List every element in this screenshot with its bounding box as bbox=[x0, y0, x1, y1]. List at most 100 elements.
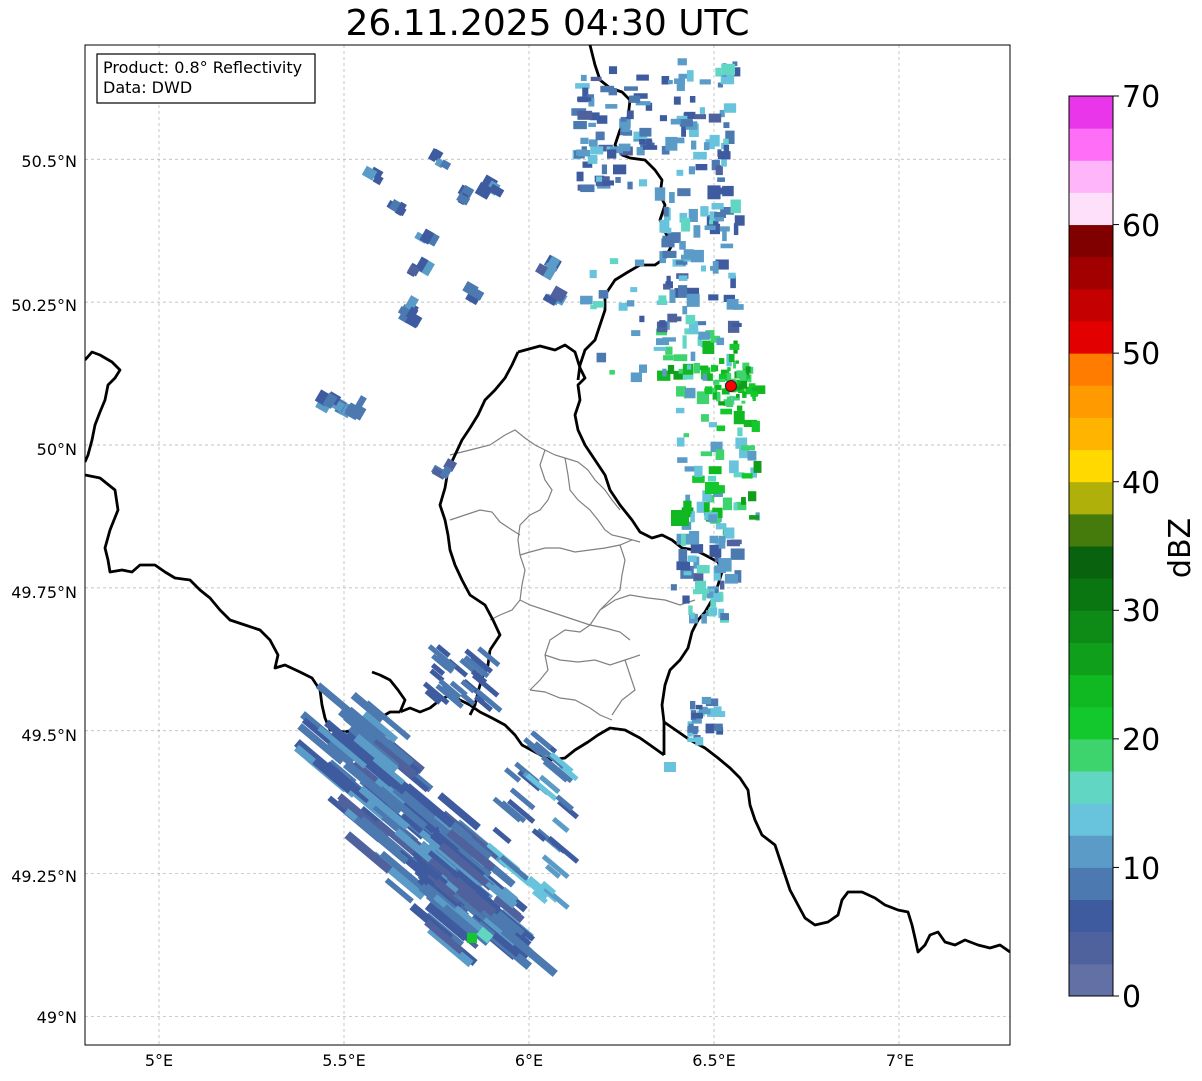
echo-cell bbox=[605, 104, 618, 109]
echo-cell bbox=[623, 86, 638, 91]
echo-cell bbox=[709, 220, 714, 225]
echo-cell bbox=[596, 352, 607, 363]
echo-cell bbox=[707, 373, 713, 381]
echo-cell bbox=[682, 305, 688, 315]
echo-cell bbox=[667, 364, 675, 374]
echo-cell bbox=[659, 115, 667, 122]
colorbar: 70 60 50 40 30 20 10 0 dBZ bbox=[1068, 80, 1198, 1015]
echo-cell bbox=[753, 460, 762, 473]
echo-cell bbox=[720, 408, 732, 415]
echo-cell bbox=[669, 289, 676, 303]
echo-cell bbox=[631, 330, 641, 337]
x-tick-labels: 5°E 5.5°E 6°E 6.5°E 7°E bbox=[145, 1051, 914, 1070]
colorbar-tick-label: 0 bbox=[1122, 980, 1141, 1015]
echo-cell bbox=[693, 573, 704, 582]
echo-cell bbox=[580, 295, 593, 305]
echo-cell bbox=[686, 364, 692, 370]
echo-cell bbox=[688, 166, 696, 175]
echo-cell bbox=[714, 211, 726, 218]
echo-cell bbox=[687, 555, 697, 563]
echo-cell bbox=[717, 177, 725, 182]
echo-cell bbox=[638, 179, 648, 187]
echo-cell bbox=[676, 78, 685, 91]
echo-cell bbox=[715, 449, 725, 460]
echo-cell bbox=[695, 163, 708, 171]
echo-cell bbox=[718, 373, 727, 379]
echo-cell bbox=[737, 427, 743, 437]
colorbar-segment bbox=[1069, 449, 1113, 483]
echo-cell bbox=[690, 351, 696, 362]
echo-cell bbox=[573, 121, 587, 130]
echo-cell bbox=[580, 184, 595, 193]
echo-cell bbox=[686, 70, 694, 82]
y-tick-label: 49°N bbox=[37, 1008, 77, 1027]
colorbar-segment bbox=[1069, 353, 1113, 386]
echo-cell bbox=[710, 607, 718, 616]
colorbar-segment bbox=[1069, 321, 1113, 354]
echo-cell bbox=[696, 565, 710, 574]
echo-cell bbox=[667, 80, 673, 85]
echo-cell bbox=[590, 146, 604, 155]
colorbar-segment bbox=[1069, 899, 1113, 933]
echo-cell bbox=[634, 259, 645, 267]
echo-cell bbox=[687, 737, 697, 743]
echo-cell bbox=[636, 74, 649, 81]
echo-cell bbox=[626, 110, 634, 120]
echo-cell bbox=[736, 405, 743, 411]
echo-cell bbox=[693, 362, 700, 374]
echo-cell bbox=[705, 482, 719, 494]
echo-cell bbox=[702, 591, 707, 601]
echo-cell bbox=[694, 465, 703, 478]
echo-cell bbox=[659, 320, 666, 328]
echo-cell bbox=[728, 272, 736, 279]
echo-cell bbox=[723, 103, 737, 113]
colorbar-segment bbox=[1069, 963, 1113, 997]
colorbar-segment bbox=[1069, 224, 1113, 258]
echo-cell bbox=[708, 294, 719, 301]
colorbar-segment bbox=[1069, 835, 1113, 868]
echo-cell bbox=[639, 127, 652, 137]
echo-cell bbox=[590, 304, 597, 310]
echo-cell bbox=[698, 331, 710, 340]
echo-cell bbox=[679, 241, 686, 250]
x-tick-label: 5.5°E bbox=[322, 1051, 366, 1070]
colorbar-segment bbox=[1069, 385, 1113, 418]
echo-cell bbox=[720, 243, 734, 249]
x-tick-label: 5°E bbox=[145, 1051, 173, 1070]
echo-cell bbox=[715, 67, 722, 77]
echo-cell bbox=[662, 368, 667, 377]
echo-cell bbox=[730, 539, 742, 545]
echo-cell bbox=[749, 515, 760, 520]
echo-cell bbox=[590, 76, 602, 82]
echo-cell bbox=[713, 593, 721, 603]
echo-cell bbox=[726, 399, 734, 408]
echo-cell bbox=[576, 171, 584, 182]
echo-cell bbox=[682, 595, 690, 604]
echo-cell bbox=[681, 217, 691, 232]
echo-cell bbox=[595, 131, 605, 141]
echo-cell bbox=[729, 343, 740, 350]
echo-cell bbox=[618, 143, 631, 152]
echo-cell bbox=[609, 258, 619, 265]
echo-cell bbox=[580, 137, 589, 144]
echo-cell bbox=[598, 290, 609, 299]
echo-cell bbox=[713, 723, 723, 731]
echo-cell bbox=[707, 185, 721, 200]
echo-cell bbox=[729, 460, 739, 474]
echo-cell bbox=[626, 300, 635, 307]
echo-cell bbox=[733, 410, 745, 425]
y-tick-label: 50.5°N bbox=[21, 152, 77, 171]
echo-cell bbox=[690, 249, 704, 263]
echo-cell bbox=[715, 523, 727, 530]
echo-cell bbox=[661, 227, 672, 234]
echo-cell bbox=[719, 226, 730, 232]
echo-cell bbox=[693, 589, 701, 595]
echo-cell bbox=[602, 180, 615, 186]
y-tick-label: 50°N bbox=[37, 440, 77, 459]
echo-cell bbox=[689, 700, 696, 710]
echo-cell bbox=[713, 380, 720, 385]
echo-cell bbox=[677, 457, 688, 463]
colorbar-tick-label: 40 bbox=[1122, 466, 1160, 501]
echo-cell bbox=[670, 584, 677, 591]
echo-cell bbox=[679, 119, 693, 127]
